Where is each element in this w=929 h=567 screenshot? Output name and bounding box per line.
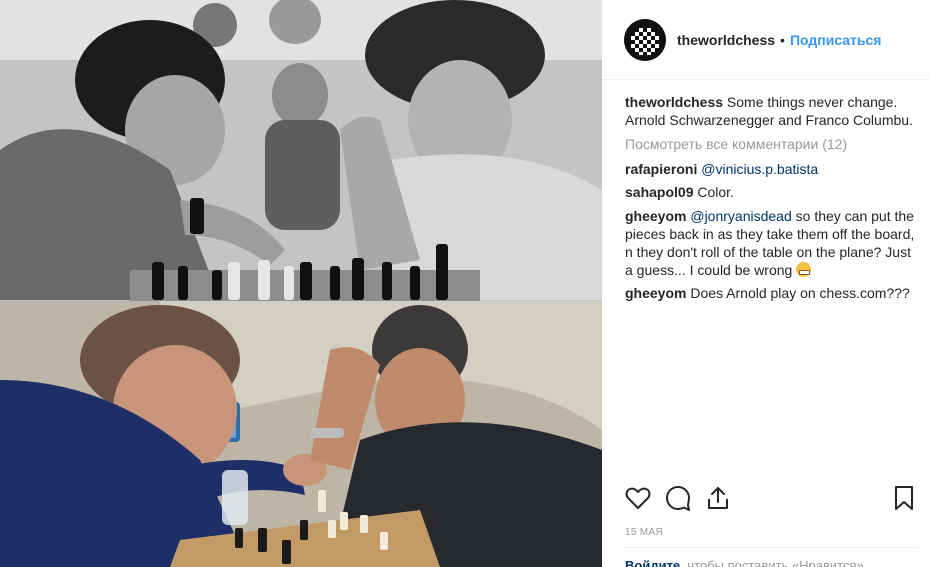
post-actions-bar [624,484,918,514]
list-item: gheeyom Does Arnold play on chess.com??? [625,284,915,302]
grinning-emoji-icon [796,261,812,277]
login-prompt: Войдите, чтобы поставить «Нравится» [625,558,864,567]
comments-list: theworldchess Some things never change. … [625,93,915,308]
share-button[interactable] [704,484,732,512]
header-username[interactable]: theworldchess [677,32,775,48]
login-prompt-text: , чтобы поставить «Нравится» [680,558,864,567]
avatar[interactable] [624,18,666,61]
post-photo[interactable] [0,0,602,567]
comment-bubble-icon [666,486,690,511]
bookmark-icon [895,486,913,510]
list-item: gheeyom @jonryanisdead so they can put t… [625,207,915,279]
list-item: sahapol09 Color. [625,183,915,201]
comment-username[interactable]: sahapol09 [625,184,693,200]
view-all-comments-link[interactable]: Посмотреть все комментарии (12) [625,135,915,153]
post-header: theworldchess • Подписаться [602,0,929,80]
heart-icon [625,487,651,509]
photo-illustration [0,0,602,567]
divider [624,547,918,548]
header-separator: • [780,31,785,48]
chess-board-logo-icon [624,18,666,61]
follow-button[interactable]: Подписаться [790,32,882,48]
share-icon [708,487,728,509]
comment-username[interactable]: gheeyom [625,208,686,224]
comment-username[interactable]: rafapieroni [625,161,697,177]
post-side-panel: theworldchess • Подписаться theworldches… [602,0,929,567]
caption: theworldchess Some things never change. … [625,93,915,129]
like-button[interactable] [624,484,652,512]
comment-text: Does Arnold play on chess.com??? [690,285,910,301]
post-date: 15 мая [625,527,663,538]
save-button[interactable] [890,484,918,512]
comment-username[interactable]: gheeyom [625,285,686,301]
caption-username[interactable]: theworldchess [625,94,723,110]
comment-mention[interactable]: @vinicius.p.batista [701,161,818,177]
comment-mention[interactable]: @jonryanisdead [690,208,791,224]
comment-text: Color. [697,184,734,200]
list-item: rafapieroni @vinicius.p.batista [625,160,915,178]
login-link[interactable]: Войдите [625,558,680,567]
comment-button[interactable] [664,484,692,512]
